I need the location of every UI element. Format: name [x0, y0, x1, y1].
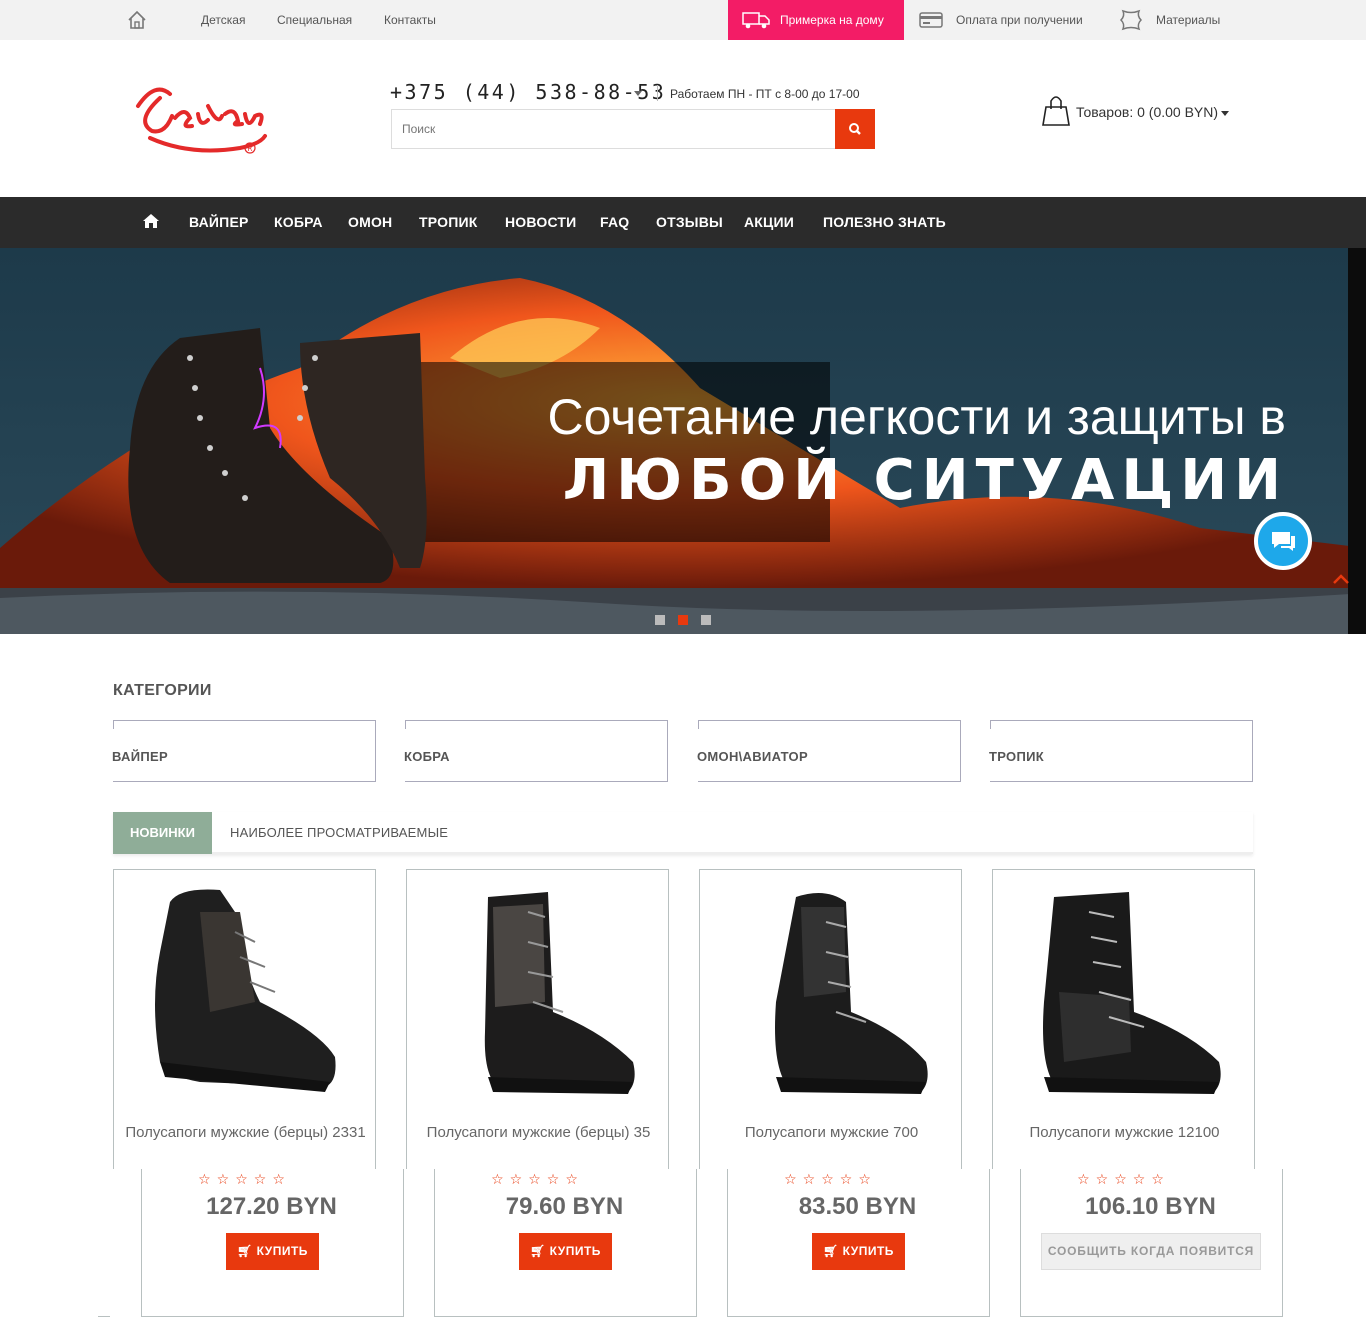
product-image: [484, 892, 635, 1094]
rating-stars: ☆☆☆☆☆: [198, 1171, 291, 1187]
nav-item-faq[interactable]: FAQ: [600, 214, 629, 230]
category-omon-aviator[interactable]: ОМОН\АВИАТОР: [697, 720, 961, 782]
search-icon: [849, 123, 861, 135]
slider-dot-1[interactable]: [655, 615, 665, 625]
product-price: 106.10 BYN: [1085, 1193, 1216, 1220]
cart-icon: 🛒︎: [530, 1244, 550, 1258]
search-button[interactable]: [835, 109, 875, 149]
slider-dot-3[interactable]: [701, 615, 711, 625]
site-logo[interactable]: R: [130, 76, 275, 168]
chevron-down-icon[interactable]: [634, 91, 642, 96]
bag-icon: [1042, 96, 1070, 126]
product-price: 79.60 BYN: [505, 1193, 624, 1220]
scroll-top-icon[interactable]: [1332, 572, 1350, 586]
product-image: [775, 893, 928, 1094]
payment-on-delivery-link[interactable]: Оплата при получении: [956, 13, 1083, 27]
category-viper[interactable]: ВАЙПЕР: [112, 720, 376, 782]
nav-item-promotions[interactable]: АКЦИИ: [744, 214, 794, 230]
rating-stars: ☆☆☆☆☆: [1077, 1171, 1170, 1187]
product-name[interactable]: Полусапоги мужские (берцы) 35: [413, 1124, 664, 1141]
topbar-link-special[interactable]: Специальная: [277, 13, 352, 27]
buy-button-label: КУПИТЬ: [549, 1244, 601, 1258]
top-bar: Детская Специальная Контакты Примерка на…: [0, 0, 1366, 40]
product-card[interactable]: Полусапоги мужские 700: [699, 869, 962, 1169]
category-label: ТРОПИК: [989, 749, 1044, 764]
product-name[interactable]: Полусапоги мужские 700: [706, 1124, 957, 1141]
home-fitting-button[interactable]: Примерка на дому: [728, 0, 904, 40]
phone-number[interactable]: +375 (44) 538-88-53: [390, 80, 666, 104]
category-label: КОБРА: [404, 749, 450, 764]
product-price: 127.20 BYN: [206, 1193, 337, 1220]
topbar-link-kids[interactable]: Детская: [201, 13, 245, 27]
product-card[interactable]: Полусапоги мужские (берцы) 35: [406, 869, 669, 1169]
category-label: ВАЙПЕР: [112, 749, 168, 764]
nav-item-news[interactable]: НОВОСТИ: [505, 214, 576, 230]
nav-item-omon[interactable]: ОМОН: [348, 214, 392, 230]
nav-item-tropik[interactable]: ТРОПИК: [419, 214, 477, 230]
chat-button[interactable]: [1254, 512, 1312, 570]
notify-when-available-button[interactable]: СООБЩИТЬ КОГДА ПОЯВИТСЯ: [1041, 1233, 1261, 1270]
home-icon[interactable]: [143, 214, 159, 228]
buy-button-label: КУПИТЬ: [842, 1244, 894, 1258]
product-price: 83.50 BYN: [798, 1193, 917, 1220]
divider: [98, 1316, 110, 1317]
card-icon: [919, 12, 943, 28]
hero-headline-line1: Сочетание легкости и защиты в: [547, 389, 1286, 445]
buy-button[interactable]: 🛒︎ КУПИТЬ: [812, 1233, 905, 1270]
buy-button-label: КУПИТЬ: [256, 1244, 308, 1258]
nav-item-kobra[interactable]: КОБРА: [274, 214, 323, 230]
nav-item-reviews[interactable]: ОТЗЫВЫ: [656, 214, 723, 230]
product-card[interactable]: Полусапоги мужские (берцы) 2331: [113, 869, 376, 1169]
buy-button[interactable]: 🛒︎ КУПИТЬ: [519, 1233, 612, 1270]
home-icon[interactable]: [127, 10, 147, 30]
divider: [657, 85, 658, 101]
product-image: [155, 889, 336, 1092]
main-nav: ВАЙПЕР КОБРА ОМОН ТРОПИК НОВОСТИ FAQ ОТЗ…: [0, 197, 1366, 248]
chevron-down-icon: [1221, 111, 1229, 116]
truck-icon: [742, 12, 770, 29]
materials-link[interactable]: Материалы: [1156, 13, 1220, 27]
svg-text:R: R: [248, 145, 253, 153]
nav-item-useful[interactable]: ПОЛЕЗНО ЗНАТЬ: [823, 214, 946, 230]
category-label: ОМОН\АВИАТОР: [697, 749, 808, 764]
product-image: [1043, 892, 1221, 1094]
home-fitting-label: Примерка на дому: [780, 13, 884, 27]
category-tropik[interactable]: ТРОПИК: [989, 720, 1253, 782]
categories-title: КАТЕГОРИИ: [113, 682, 212, 699]
cart-icon: 🛒︎: [823, 1244, 843, 1258]
tab-new[interactable]: НОВИНКИ: [113, 812, 212, 854]
nav-item-viper[interactable]: ВАЙПЕР: [189, 214, 249, 230]
product-tabs: НОВИНКИ НАИБОЛЕЕ ПРОСМАТРИВАЕМЫЕ: [113, 812, 1253, 854]
product-name[interactable]: Полусапоги мужские (берцы) 2331: [120, 1124, 371, 1141]
search-input[interactable]: [391, 109, 835, 149]
tab-most-viewed[interactable]: НАИБОЛЕЕ ПРОСМАТРИВАЕМЫЕ: [230, 812, 448, 854]
topbar-link-contacts[interactable]: Контакты: [384, 13, 436, 27]
product-card[interactable]: Полусапоги мужские 12100: [992, 869, 1255, 1169]
divider: [1255, 1316, 1269, 1317]
hero-headline-line2: ЛЮБОЙ СИТУАЦИИ: [562, 448, 1288, 513]
cart-summary: Товаров: 0 (0.00 BYN): [1076, 104, 1219, 120]
slider-dot-2[interactable]: [678, 615, 688, 625]
working-hours: Работаем ПН - ПТ с 8-00 до 17-00: [670, 87, 860, 101]
cart-icon: 🛒︎: [237, 1244, 257, 1258]
chat-icon: [1272, 532, 1295, 551]
buy-button[interactable]: 🛒︎ КУПИТЬ: [226, 1233, 319, 1270]
rating-stars: ☆☆☆☆☆: [784, 1171, 877, 1187]
leather-icon: [1119, 9, 1143, 31]
product-name[interactable]: Полусапоги мужские 12100: [999, 1124, 1250, 1141]
category-kobra[interactable]: КОБРА: [404, 720, 668, 782]
rating-stars: ☆☆☆☆☆: [491, 1171, 584, 1187]
